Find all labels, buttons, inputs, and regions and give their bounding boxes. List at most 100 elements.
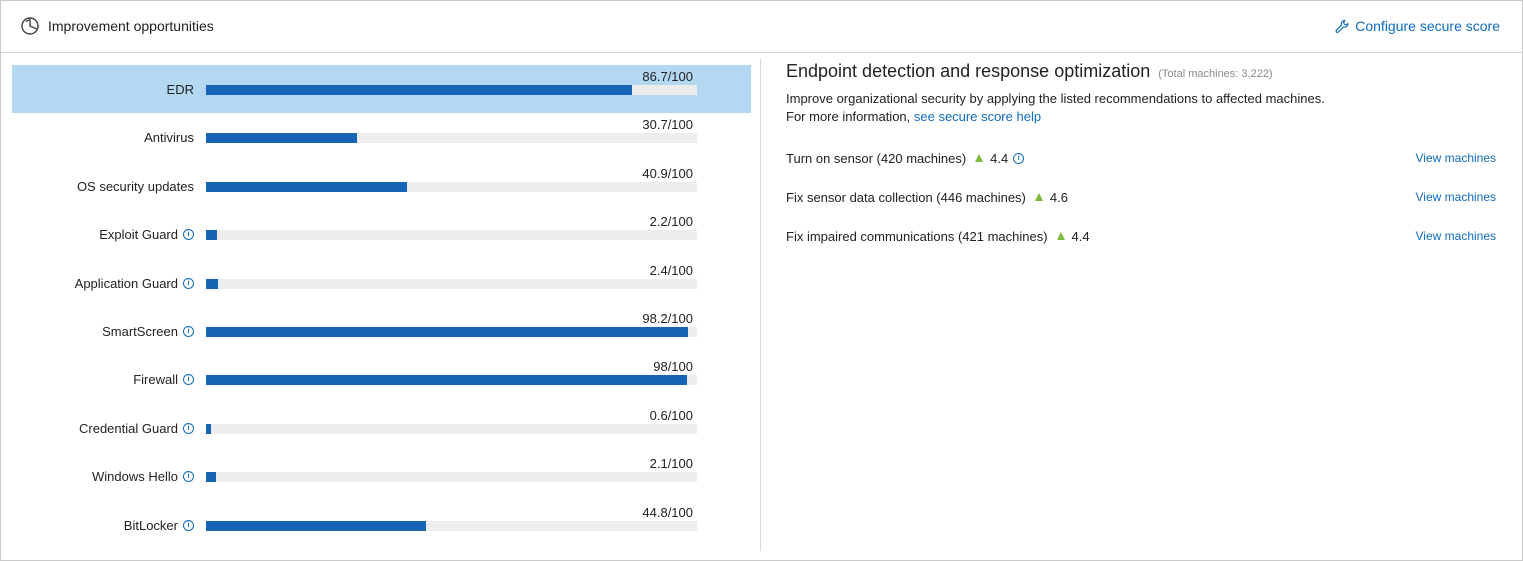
score-value: 98/100: [653, 359, 693, 375]
score-value: 2.4/100: [649, 262, 693, 278]
score-bar-fill: [206, 326, 689, 337]
recommendation-row: Fix sensor data collection (446 machines…: [786, 190, 1506, 229]
score-value: 86.7/100: [642, 69, 693, 84]
score-label-text: Windows Hello: [92, 469, 178, 485]
panel-divider: [760, 59, 761, 551]
info-icon[interactable]: i: [183, 374, 194, 386]
more-info-prefix: For more information,: [786, 109, 914, 124]
score-label-text: Credential Guard: [79, 420, 178, 436]
score-row[interactable]: Antivirus 30.7/100: [12, 113, 751, 161]
score-label: BitLocker i: [124, 518, 194, 533]
configure-secure-score-link[interactable]: Configure secure score: [1335, 18, 1500, 34]
score-label: EDR: [167, 82, 194, 97]
description-more-info: For more information, see secure score h…: [786, 108, 1506, 126]
score-row[interactable]: EDR 86.7/100: [12, 65, 751, 114]
recommendation-text: Fix impaired communications (421 machine…: [786, 229, 1048, 244]
info-icon[interactable]: i: [183, 519, 194, 531]
score-bar-fill: [206, 181, 407, 192]
score-bar-fill: [206, 133, 357, 144]
score-row[interactable]: Windows Hello i 2.1/100: [12, 452, 751, 500]
score-value: 0.6/100: [649, 407, 693, 423]
score-bar-track: [206, 423, 697, 434]
score-bar-track: [206, 85, 697, 95]
configure-label: Configure secure score: [1355, 18, 1500, 34]
increase-arrow-icon: [1056, 232, 1065, 240]
score-label: Exploit Guard i: [99, 227, 194, 242]
score-label: Antivirus: [144, 130, 194, 145]
info-icon[interactable]: i: [183, 471, 194, 483]
info-icon[interactable]: i: [183, 229, 194, 241]
score-value: 2.1/100: [649, 456, 693, 472]
score-row[interactable]: BitLocker i 44.8/100: [12, 501, 751, 549]
score-label-text: OS security updates: [76, 178, 194, 194]
score-label: Credential Guard i: [79, 421, 194, 436]
score-row[interactable]: Exploit Guard i 2.2/100: [12, 210, 751, 258]
score-label: Windows Hello i: [92, 469, 194, 484]
info-icon[interactable]: i: [183, 325, 194, 337]
recommendation-score: 4.4: [990, 151, 1009, 166]
increase-arrow-icon: [1034, 193, 1043, 201]
recommendation-list: Turn on sensor (420 machines) 4.4 i View ma…: [786, 151, 1506, 268]
total-machines: (Total machines: 3,222): [1158, 68, 1273, 80]
score-label-text: SmartScreen: [102, 323, 178, 339]
detail-heading: Endpoint detection and response optimiza…: [786, 61, 1506, 82]
score-bar-track: [206, 230, 697, 241]
score-value: 30.7/100: [642, 117, 693, 133]
score-label-text: BitLocker: [123, 517, 178, 533]
score-bar-track: [206, 181, 697, 192]
score-bar-fill: [206, 85, 632, 95]
score-row[interactable]: OS security updates 40.9/100: [12, 162, 751, 210]
score-value: 98.2/100: [642, 310, 693, 326]
score-row[interactable]: Firewall i 98/100: [12, 355, 751, 403]
score-bar-track: [206, 472, 697, 483]
view-machines-link[interactable]: View machines: [1416, 190, 1496, 204]
score-value: 2.2/100: [649, 214, 693, 230]
score-value: 40.9/100: [642, 165, 693, 181]
score-label: Application Guard i: [75, 276, 194, 291]
detail-pane: Endpoint detection and response optimiza…: [786, 61, 1506, 268]
view-machines-link[interactable]: View machines: [1416, 151, 1496, 165]
score-bar-track: [206, 278, 697, 289]
detail-description: Improve organizational security by apply…: [786, 90, 1506, 126]
detail-title: Endpoint detection and response optimiza…: [786, 61, 1151, 81]
score-label: SmartScreen i: [102, 324, 194, 339]
recommendation-row: Fix impaired communications (421 machine…: [786, 229, 1506, 268]
score-label-text: Firewall: [133, 372, 178, 388]
recommendation-text: Turn on sensor (420 machines): [786, 151, 967, 166]
score-list: EDR 86.7/100 Antivirus 30.7/100 OS security …: [12, 65, 751, 549]
recommendation-text: Fix sensor data collection (446 machines…: [786, 190, 1026, 205]
score-label: OS security updates: [77, 179, 194, 194]
improvement-opportunities-panel: Improvement opportunities Configure secu…: [0, 0, 1523, 561]
info-icon[interactable]: i: [183, 277, 194, 289]
score-label: Firewall i: [133, 372, 194, 387]
score-bar-fill: [206, 472, 217, 483]
secure-score-help-link[interactable]: see secure score help: [914, 109, 1041, 124]
wrench-icon: [1335, 19, 1349, 33]
view-machines-link[interactable]: View machines: [1416, 229, 1496, 243]
score-label-text: Antivirus: [144, 130, 194, 146]
description-line: Improve organizational security by apply…: [786, 91, 1325, 106]
score-label-text: EDR: [166, 82, 194, 97]
score-bar-track: [206, 375, 697, 386]
score-label-text: Exploit Guard: [99, 227, 178, 243]
recommendation-score: 4.4: [1071, 229, 1090, 244]
score-bar-track: [206, 520, 697, 531]
recommendation-row: Turn on sensor (420 machines) 4.4 i View ma…: [786, 151, 1506, 190]
score-bar-fill: [206, 278, 218, 289]
info-icon[interactable]: i: [183, 422, 194, 434]
score-bar-fill: [206, 520, 426, 531]
recommendation-score: 4.6: [1049, 190, 1068, 205]
score-value: 44.8/100: [642, 504, 693, 520]
score-bar-track: [206, 133, 697, 144]
score-bar-fill: [206, 230, 217, 241]
increase-arrow-icon: [975, 154, 984, 162]
panel-header: Improvement opportunities Configure secu…: [1, 1, 1522, 53]
score-label-text: Application Guard: [74, 275, 178, 291]
score-row[interactable]: Credential Guard i 0.6/100: [12, 404, 751, 452]
score-bar-fill: [206, 423, 211, 434]
score-bar-track: [206, 326, 697, 337]
score-row[interactable]: Application Guard i 2.4/100: [12, 259, 751, 307]
info-icon[interactable]: i: [1013, 153, 1025, 164]
panel-title: Improvement opportunities: [48, 18, 214, 34]
score-row[interactable]: SmartScreen i 98.2/100: [12, 307, 751, 355]
